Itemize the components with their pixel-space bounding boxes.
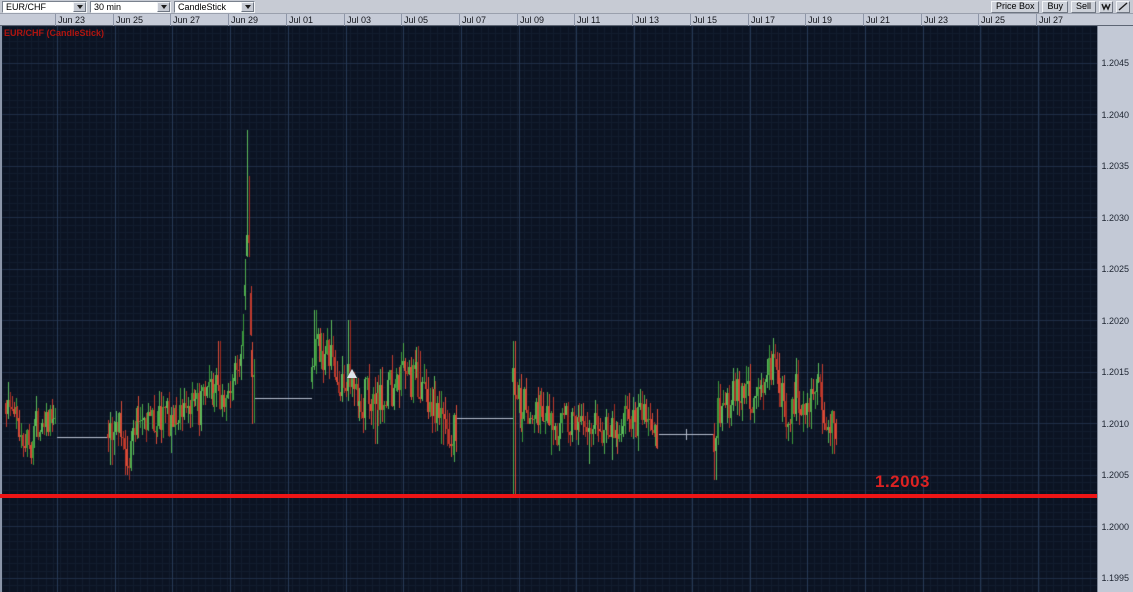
support-line-label: 1.2003 <box>875 472 930 491</box>
price-tick-label: 1.2025 <box>1101 264 1129 274</box>
price-tick-label: 1.2005 <box>1101 470 1129 480</box>
interval-select[interactable]: 30 min <box>90 0 171 13</box>
chevron-down-icon[interactable] <box>157 1 170 12</box>
price-tick-label: 1.2015 <box>1101 367 1129 377</box>
interval-select-value: 30 min <box>94 1 122 12</box>
price-tick-label: 1.2000 <box>1101 521 1129 532</box>
date-tick-label: Jul 21 <box>866 15 891 25</box>
date-tick-label: Jul 17 <box>751 15 776 25</box>
date-tick-separator <box>863 14 864 26</box>
sell-button[interactable]: Sell <box>1070 0 1096 13</box>
date-tick-separator <box>517 14 518 26</box>
date-tick-separator <box>805 14 806 26</box>
date-tick-separator <box>344 14 345 26</box>
date-tick-label: Jul 25 <box>981 15 1006 25</box>
date-tick-separator <box>55 14 56 26</box>
date-tick-label: Jul 15 <box>693 15 718 25</box>
support-line[interactable] <box>0 494 1097 498</box>
indicator-tool-icon[interactable] <box>1099 0 1113 13</box>
date-tick-separator <box>978 14 979 26</box>
date-tick-separator <box>921 14 922 26</box>
date-tick-label: Jul 09 <box>520 15 545 25</box>
date-tick-label: Jun 23 <box>58 15 86 25</box>
toolbar: EUR/CHF 30 min CandleStick Price Box Buy… <box>0 0 1133 14</box>
price-tick-label: 1.2035 <box>1101 161 1129 171</box>
chart-type-select-value: CandleStick <box>178 1 227 12</box>
price-axis[interactable]: 1.2045 1.2040 1.2035 1.2030 1.2025 1.2020 1.20… <box>1097 26 1133 592</box>
price-tick-label: 1.2020 <box>1101 315 1129 326</box>
date-tick-separator <box>459 14 460 26</box>
price-tick-label: 1.2030 <box>1101 212 1129 223</box>
line-tool-icon[interactable] <box>1116 0 1130 13</box>
chevron-down-icon[interactable] <box>241 1 254 12</box>
price-tick-label: 1.2040 <box>1101 109 1129 120</box>
price-tick-label: 1.1995 <box>1101 573 1129 583</box>
date-tick-label: Jul 07 <box>462 15 487 25</box>
date-tick-separator <box>228 14 229 26</box>
date-tick-separator <box>401 14 402 26</box>
chart-type-select[interactable]: CandleStick <box>174 0 255 13</box>
cursor-arrow-icon <box>347 369 357 378</box>
date-tick-label: Jul 01 <box>289 15 314 25</box>
candlestick-chart-canvas[interactable] <box>0 26 1099 592</box>
toolbar-right: Price Box Buy Sell <box>990 0 1131 13</box>
date-tick-separator <box>690 14 691 26</box>
date-tick-label: Jul 03 <box>347 15 372 25</box>
price-box-button[interactable]: Price Box <box>990 0 1040 13</box>
symbol-select[interactable]: EUR/CHF <box>2 0 87 13</box>
date-axis[interactable]: Jun 23 Jun 25 Jun 27 Jun 29 Jul 01 Jul 03 Jul … <box>0 14 1133 26</box>
buy-button[interactable]: Buy <box>1042 0 1068 13</box>
date-tick-label: Jul 27 <box>1039 15 1064 25</box>
date-tick-separator <box>113 14 114 26</box>
date-tick-separator <box>574 14 575 26</box>
series-label: EUR/CHF (CandleStick) <box>4 28 105 38</box>
date-tick-label: Jul 23 <box>924 15 949 25</box>
date-tick-separator <box>286 14 287 26</box>
date-tick-label: Jun 29 <box>231 15 259 25</box>
price-tick-label: 1.2010 <box>1101 418 1129 429</box>
date-tick-separator <box>748 14 749 26</box>
date-tick-label: Jul 05 <box>404 15 429 25</box>
chart-area: EUR/CHF (CandleStick) 1.2003 1.2045 1.204… <box>0 26 1133 592</box>
symbol-select-value: EUR/CHF <box>6 1 46 12</box>
trading-chart-window: EUR/CHF 30 min CandleStick Price Box Buy… <box>0 0 1133 592</box>
date-tick-label: Jul 13 <box>635 15 660 25</box>
date-tick-label: Jun 27 <box>173 15 201 25</box>
price-tick-label: 1.2045 <box>1101 58 1129 68</box>
date-tick-separator <box>632 14 633 26</box>
date-tick-label: Jun 25 <box>116 15 144 25</box>
date-tick-separator <box>1036 14 1037 26</box>
date-tick-separator <box>170 14 171 26</box>
date-tick-label: Jul 19 <box>808 15 833 25</box>
chevron-down-icon[interactable] <box>73 1 86 12</box>
date-tick-label: Jul 11 <box>577 15 601 25</box>
